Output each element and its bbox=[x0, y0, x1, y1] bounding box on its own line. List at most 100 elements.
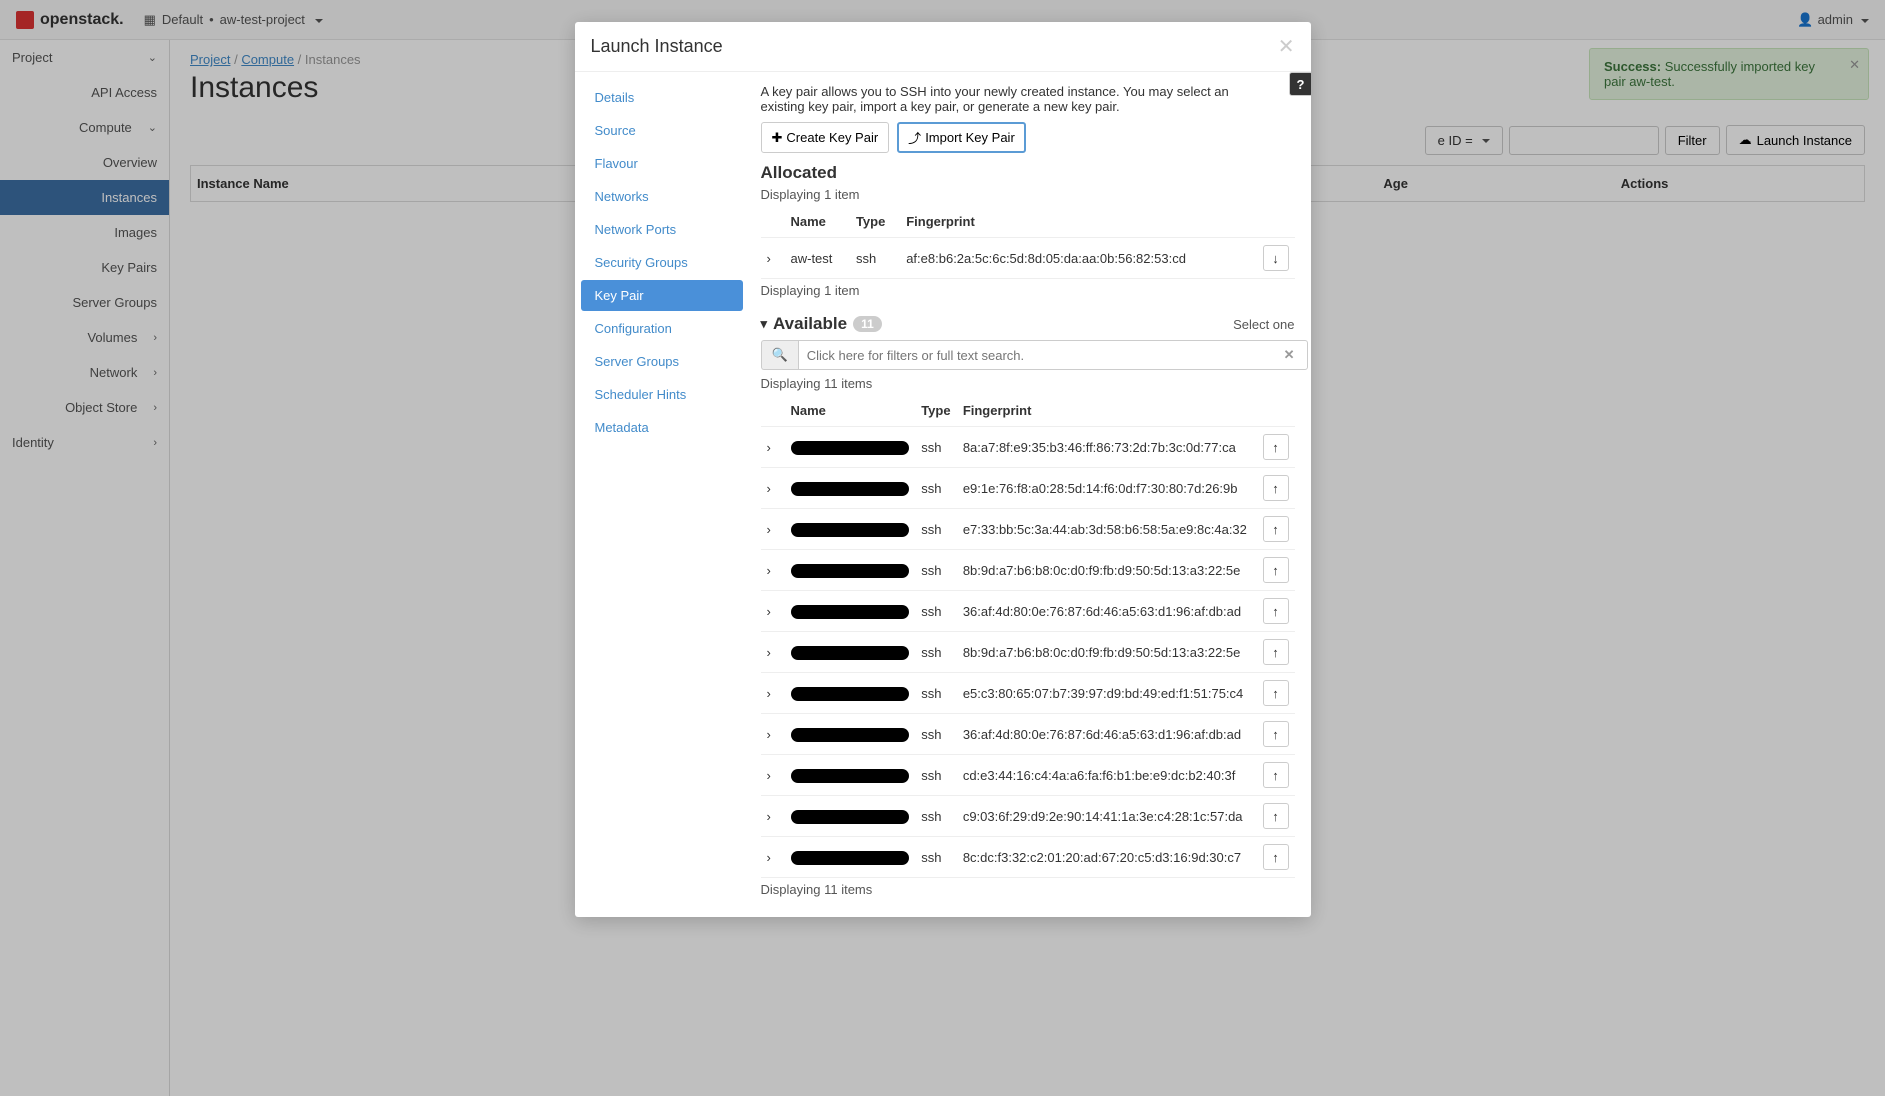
chevron-right-icon[interactable]: › bbox=[767, 768, 779, 783]
wizard-step-configuration[interactable]: Configuration bbox=[581, 313, 743, 344]
allocate-button[interactable]: ↑ bbox=[1263, 639, 1289, 665]
chevron-right-icon[interactable]: › bbox=[767, 809, 779, 824]
chevron-right-icon[interactable]: › bbox=[767, 645, 779, 660]
available-row: › ssh8a:a7:8f:e9:35:b3:46:ff:86:73:2d:7b:… bbox=[761, 427, 1295, 468]
column-header: Name bbox=[785, 206, 850, 238]
keypair-name: aw-test bbox=[785, 238, 850, 279]
column-header: Fingerprint bbox=[900, 206, 1254, 238]
deallocate-button[interactable]: ↓ bbox=[1263, 245, 1289, 271]
keypair-name bbox=[785, 427, 916, 468]
available-row: › ssh36:af:4d:80:0e:76:87:6d:46:a5:63:d1:… bbox=[761, 591, 1295, 632]
plus-icon: ✚ bbox=[772, 130, 783, 146]
wizard-content: ? A key pair allows you to SSH into your… bbox=[749, 72, 1311, 917]
keypair-fingerprint: 36:af:4d:80:0e:76:87:6d:46:a5:63:d1:96:a… bbox=[957, 714, 1255, 755]
launch-instance-modal: Launch Instance ✕ DetailsSourceFlavourNe… bbox=[575, 22, 1311, 917]
wizard-step-scheduler-hints[interactable]: Scheduler Hints bbox=[581, 379, 743, 410]
keypair-type: ssh bbox=[915, 755, 957, 796]
available-row: ›ssh8b:9d:a7:b6:b8:0c:d0:f9:fb:d9:50:5d:… bbox=[761, 632, 1295, 673]
create-key-pair-button[interactable]: ✚ Create Key Pair bbox=[761, 122, 890, 153]
available-count-top: Displaying 11 items bbox=[761, 376, 1295, 391]
allocate-button[interactable]: ↑ bbox=[1263, 680, 1289, 706]
wizard-step-key-pair[interactable]: Key Pair bbox=[581, 280, 743, 311]
available-row: › sshe5:c3:80:65:07:b7:39:97:d9:bd:49:ed:… bbox=[761, 673, 1295, 714]
allocate-button[interactable]: ↑ bbox=[1263, 598, 1289, 624]
keypair-name bbox=[785, 550, 916, 591]
keypair-fingerprint: af:e8:b6:2a:5c:6c:5d:8d:05:da:aa:0b:56:8… bbox=[900, 238, 1254, 279]
column-header: Name bbox=[785, 395, 916, 427]
wizard-nav: DetailsSourceFlavourNetworksNetwork Port… bbox=[575, 72, 749, 917]
available-heading: Available bbox=[773, 314, 847, 334]
wizard-step-source[interactable]: Source bbox=[581, 115, 743, 146]
available-count-badge: 11 bbox=[853, 316, 882, 332]
keypair-fingerprint: e5:c3:80:65:07:b7:39:97:d9:bd:49:ed:f1:5… bbox=[957, 673, 1255, 714]
wizard-step-flavour[interactable]: Flavour bbox=[581, 148, 743, 179]
available-row: ›sshe9:1e:76:f8:a0:28:5d:14:f6:0d:f7:30:… bbox=[761, 468, 1295, 509]
keypair-type: ssh bbox=[915, 427, 957, 468]
wizard-step-metadata[interactable]: Metadata bbox=[581, 412, 743, 443]
keypair-type: ssh bbox=[915, 550, 957, 591]
allocate-button[interactable]: ↑ bbox=[1263, 434, 1289, 460]
wizard-step-network-ports[interactable]: Network Ports bbox=[581, 214, 743, 245]
select-one-label: Select one bbox=[1233, 317, 1294, 332]
column-header: Type bbox=[915, 395, 957, 427]
keypair-fingerprint: 8b:9d:a7:b6:b8:0c:d0:f9:fb:d9:50:5d:13:a… bbox=[957, 550, 1255, 591]
keypair-type: ssh bbox=[915, 591, 957, 632]
keypair-type: ssh bbox=[915, 509, 957, 550]
modal-overlay: Launch Instance ✕ DetailsSourceFlavourNe… bbox=[0, 0, 1885, 1096]
available-count-bottom: Displaying 11 items bbox=[761, 882, 1295, 897]
allocate-button[interactable]: ↑ bbox=[1263, 516, 1289, 542]
chevron-right-icon[interactable]: › bbox=[767, 481, 779, 496]
modal-title: Launch Instance bbox=[591, 36, 723, 57]
available-row: › ssh36:af:4d:80:0e:76:87:6d:46:a5:63:d1:… bbox=[761, 714, 1295, 755]
wizard-step-server-groups[interactable]: Server Groups bbox=[581, 346, 743, 377]
wizard-step-networks[interactable]: Networks bbox=[581, 181, 743, 212]
keypair-type: ssh bbox=[915, 714, 957, 755]
chevron-right-icon[interactable]: › bbox=[767, 563, 779, 578]
wizard-step-security-groups[interactable]: Security Groups bbox=[581, 247, 743, 278]
available-search-input[interactable] bbox=[798, 340, 1308, 370]
available-row: › sshcd:e3:44:16:c4:4a:a6:fa:f6:b1:be:e9:… bbox=[761, 755, 1295, 796]
keypair-fingerprint: 36:af:4d:80:0e:76:87:6d:46:a5:63:d1:96:a… bbox=[957, 591, 1255, 632]
chevron-right-icon[interactable]: › bbox=[767, 727, 779, 742]
chevron-right-icon[interactable]: › bbox=[767, 850, 779, 865]
import-key-pair-button[interactable]: ⤴ Import Key Pair bbox=[897, 122, 1026, 153]
allocated-heading: Allocated bbox=[761, 163, 1295, 183]
keypair-name bbox=[785, 714, 916, 755]
available-row: › ssh8b:9d:a7:b6:b8:0c:d0:f9:fb:d9:50:5d:… bbox=[761, 550, 1295, 591]
wizard-step-details[interactable]: Details bbox=[581, 82, 743, 113]
column-header: Fingerprint bbox=[957, 395, 1255, 427]
keypair-name bbox=[785, 632, 916, 673]
allocate-button[interactable]: ↑ bbox=[1263, 803, 1289, 829]
allocated-table: NameTypeFingerprint ›aw-testsshaf:e8:b6:… bbox=[761, 206, 1295, 279]
keypair-fingerprint: 8a:a7:8f:e9:35:b3:46:ff:86:73:2d:7b:3c:0… bbox=[957, 427, 1255, 468]
keypair-name bbox=[785, 755, 916, 796]
allocate-button[interactable]: ↑ bbox=[1263, 844, 1289, 870]
chevron-right-icon[interactable]: › bbox=[767, 686, 779, 701]
allocate-button[interactable]: ↑ bbox=[1263, 762, 1289, 788]
allocated-row: ›aw-testsshaf:e8:b6:2a:5c:6c:5d:8d:05:da… bbox=[761, 238, 1295, 279]
allocate-button[interactable]: ↑ bbox=[1263, 721, 1289, 747]
available-row: ›ssh8c:dc:f3:32:c2:01:20:ad:67:20:c5:d3:… bbox=[761, 837, 1295, 878]
chevron-right-icon[interactable]: › bbox=[767, 522, 779, 537]
chevron-down-icon[interactable]: ▾ bbox=[761, 316, 768, 332]
help-icon[interactable]: ? bbox=[1289, 72, 1311, 96]
keypair-type: ssh bbox=[915, 673, 957, 714]
chevron-right-icon[interactable]: › bbox=[767, 440, 779, 455]
keypair-name bbox=[785, 673, 916, 714]
available-row: ›sshc9:03:6f:29:d9:2e:90:14:41:1a:3e:c4:… bbox=[761, 796, 1295, 837]
chevron-right-icon[interactable]: › bbox=[767, 251, 779, 266]
keypair-name bbox=[785, 837, 916, 878]
allocate-button[interactable]: ↑ bbox=[1263, 557, 1289, 583]
keypair-fingerprint: cd:e3:44:16:c4:4a:a6:fa:f6:b1:be:e9:dc:b… bbox=[957, 755, 1255, 796]
allocate-button[interactable]: ↑ bbox=[1263, 475, 1289, 501]
clear-search-icon[interactable]: ✕ bbox=[1284, 347, 1295, 363]
step-description: A key pair allows you to SSH into your n… bbox=[761, 84, 1295, 114]
available-row: › sshe7:33:bb:5c:3a:44:ab:3d:58:b6:58:5a:… bbox=[761, 509, 1295, 550]
keypair-name bbox=[785, 796, 916, 837]
keypair-type: ssh bbox=[915, 796, 957, 837]
chevron-right-icon[interactable]: › bbox=[767, 604, 779, 619]
keypair-name bbox=[785, 468, 916, 509]
keypair-fingerprint: e7:33:bb:5c:3a:44:ab:3d:58:b6:58:5a:e9:8… bbox=[957, 509, 1255, 550]
keypair-type: ssh bbox=[915, 468, 957, 509]
close-icon[interactable]: ✕ bbox=[1278, 34, 1295, 59]
